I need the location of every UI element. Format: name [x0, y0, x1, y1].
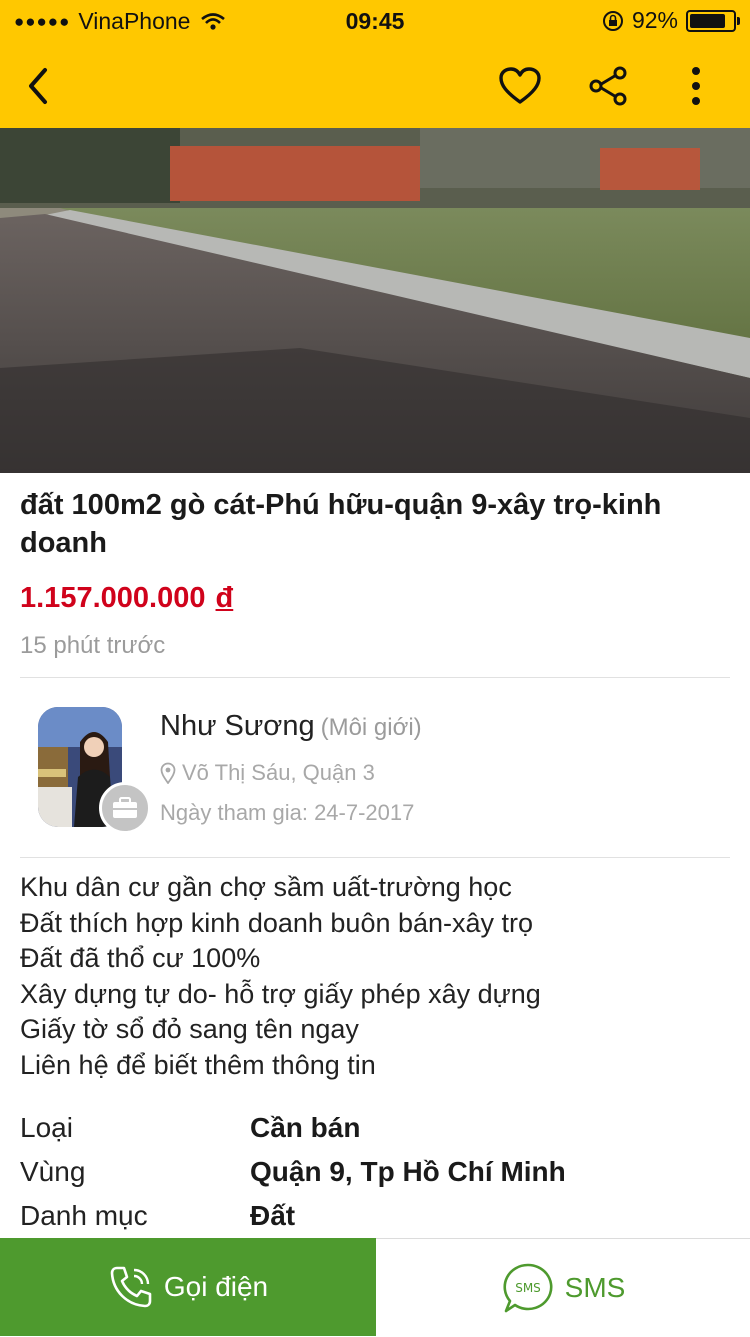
detail-row: Vùng Quận 9, Tp Hồ Chí Minh: [20, 1152, 730, 1196]
sms-icon: SMS: [503, 1263, 553, 1313]
nav-bar: [0, 42, 750, 128]
sms-button[interactable]: SMS SMS: [376, 1238, 750, 1337]
description-line: Liên hệ để biết thêm thông tin: [20, 1049, 376, 1080]
seller-name[interactable]: Như Sương (Môi giới): [160, 710, 422, 743]
seller-location: Võ Thị Sáu, Quận 3: [160, 760, 375, 786]
more-button[interactable]: [672, 62, 720, 110]
chevron-left-icon: [29, 68, 47, 104]
divider: [20, 677, 730, 678]
battery-icon: [686, 9, 740, 32]
call-button[interactable]: Gọi điện: [0, 1238, 376, 1336]
description-line: Đất thích hợp kinh doanh buôn bán-xây tr…: [20, 907, 534, 938]
seller-location-text: Võ Thị Sáu, Quận 3: [182, 760, 375, 785]
status-right: 92%: [602, 7, 740, 34]
seller-role: (Môi giới): [320, 714, 422, 741]
listing-details: Loại Cần bán Vùng Quận 9, Tp Hồ Chí Minh…: [20, 1108, 730, 1240]
phone-icon: [110, 1266, 152, 1308]
briefcase-icon: [113, 797, 137, 818]
status-bar: ●●●●● VinaPhone 09:45 92%: [0, 0, 750, 42]
divider: [20, 857, 730, 858]
description-line: Khu dân cư gần chợ sầm uất-trường học: [20, 872, 512, 902]
price-currency: đ: [215, 582, 234, 614]
battery-fill: [690, 13, 725, 28]
detail-row: Loại Cần bán: [20, 1108, 730, 1152]
price-value: 1.157.000.000: [20, 582, 206, 614]
orientation-lock-icon: [602, 10, 623, 31]
detail-key: Loại: [20, 1112, 73, 1143]
action-bar: Gọi điện SMS SMS: [0, 1238, 750, 1337]
location-pin-icon: [160, 762, 176, 784]
more-vertical-icon: [692, 67, 700, 105]
detail-row: Danh mục Đất: [20, 1196, 730, 1240]
description-line: Giấy tờ sổ đỏ sang tên ngay: [20, 1014, 359, 1044]
description-line: Xây dựng tự do- hỗ trợ giấy phép xây dựn…: [20, 978, 541, 1009]
listing-price: 1.157.000.000 đ: [20, 582, 233, 615]
listing-title: đất 100m2 gò cát-Phú hữu-quận 9-xây trọ-…: [20, 489, 662, 559]
listing-description: Khu dân cư gần chợ sầm uất-trường học Đấ…: [20, 870, 541, 1083]
detail-key: Danh mục: [20, 1200, 148, 1231]
seller-join-date: Ngày tham gia: 24-7-2017: [160, 800, 415, 825]
battery-percent: 92%: [631, 7, 678, 33]
listing-photo-image: [0, 128, 750, 473]
posted-time: 15 phút trước: [20, 632, 166, 659]
sms-label: SMS: [564, 1272, 626, 1303]
detail-value: Quận 9, Tp Hồ Chí Minh: [250, 1156, 566, 1187]
heart-icon: [499, 67, 541, 104]
listing-photo[interactable]: [0, 128, 750, 473]
detail-key: Vùng: [20, 1156, 86, 1187]
favorite-button[interactable]: [496, 62, 544, 110]
detail-value: Đất: [250, 1200, 296, 1231]
share-icon: [589, 66, 627, 106]
description-line: Đất đã thổ cư 100%: [20, 943, 261, 973]
broker-badge-icon: [99, 782, 151, 834]
detail-value: Cần bán: [250, 1112, 361, 1143]
share-button[interactable]: [584, 62, 632, 110]
call-label: Gọi điện: [163, 1271, 269, 1302]
seller-name-text: Như Sương: [160, 710, 315, 742]
back-button[interactable]: [14, 62, 62, 110]
sms-icon-text: SMS: [515, 1281, 541, 1295]
